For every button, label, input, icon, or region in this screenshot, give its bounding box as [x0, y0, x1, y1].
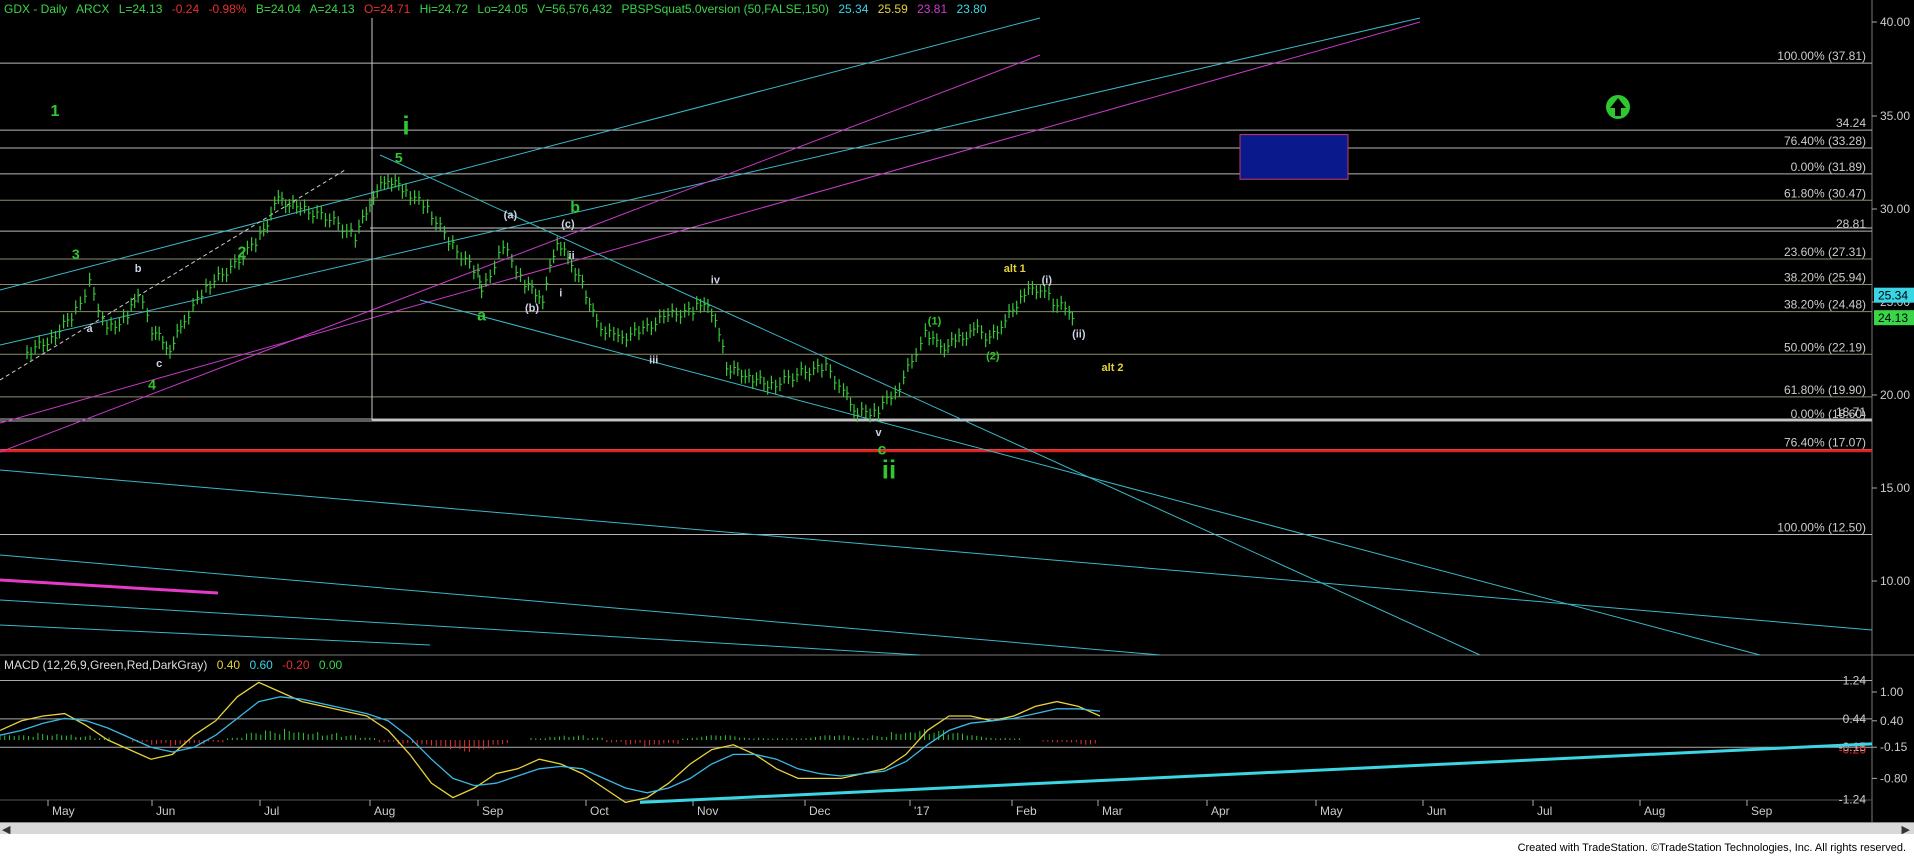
- macd-label: MACD (12,26,9,Green,Red,DarkGray): [4, 658, 208, 672]
- high-value: Hi=24.72: [419, 2, 469, 16]
- ask-value: A=24.13: [309, 2, 355, 16]
- y-tick-label: 40.00: [1880, 15, 1910, 29]
- wave-label: alt 2: [1102, 362, 1124, 374]
- last-price: L=24.13: [118, 2, 163, 16]
- x-tick-label: May: [1320, 804, 1343, 818]
- wave-label: (a): [504, 209, 518, 221]
- x-tick-label: Aug: [1644, 804, 1665, 818]
- wave-label: alt 1: [1004, 263, 1026, 275]
- macd-value-tag: 1.24: [1843, 673, 1867, 687]
- wave-label: ii: [882, 455, 896, 485]
- indicator-value-1: 25.34: [838, 2, 869, 16]
- x-tick-label: '17: [914, 804, 930, 818]
- x-tick-label: Sep: [1751, 804, 1773, 818]
- wave-label: v: [875, 427, 882, 439]
- fib-level-label: 0.00% (18.60): [1791, 407, 1866, 421]
- macd-value-4: 0.00: [318, 658, 343, 672]
- low-value: Lo=24.05: [477, 2, 528, 16]
- fib-level-label: 100.00% (12.50): [1777, 521, 1866, 535]
- wave-label: 4: [148, 376, 156, 392]
- x-tick-label: Sep: [482, 804, 504, 818]
- wave-label: iv: [711, 274, 721, 286]
- wave-label: (2): [986, 351, 1000, 363]
- wave-label: iii: [649, 354, 658, 366]
- macd-y-tick-label: -0.80: [1880, 771, 1908, 785]
- y-tick-label: 30.00: [1880, 202, 1910, 216]
- copyright-footer: Created with TradeStation. ©TradeStation…: [1517, 842, 1906, 854]
- macd-y-tick-label: 1.00: [1880, 685, 1904, 699]
- y-tick-label: 15.00: [1880, 481, 1910, 495]
- y-tick-label: 20.00: [1880, 388, 1910, 402]
- indicator-value-3: 23.81: [917, 2, 948, 16]
- macd-value-3: -0.20: [282, 658, 310, 672]
- x-tick-label: Jul: [264, 804, 279, 818]
- x-tick-label: Feb: [1016, 804, 1037, 818]
- x-tick-label: Aug: [374, 804, 395, 818]
- x-tick-label: Mar: [1102, 804, 1123, 818]
- wave-label: ii: [569, 250, 575, 262]
- chart-header: GDX - Daily ARCX L=24.13 -0.24 -0.98% B=…: [4, 2, 993, 16]
- change-percent: -0.98%: [208, 2, 247, 16]
- macd-header: MACD (12,26,9,Green,Red,DarkGray) 0.40 0…: [4, 658, 348, 672]
- fib-level-label: 76.40% (17.07): [1784, 435, 1866, 449]
- wave-label: (c): [561, 219, 575, 231]
- price-chart[interactable]: 10.0015.0020.0025.0030.0035.0040.00MayJu…: [0, 0, 1914, 856]
- fib-level-label: 38.20% (25.94): [1784, 271, 1866, 285]
- y-tick-label: 10.00: [1880, 574, 1910, 588]
- x-tick-label: Jun: [156, 804, 175, 818]
- y-tick-label: 35.00: [1880, 109, 1910, 123]
- indicator-value-2: 25.59: [877, 2, 908, 16]
- x-tick-label: Jul: [1537, 804, 1552, 818]
- x-tick-label: Apr: [1211, 804, 1230, 818]
- symbol-label: GDX - Daily: [4, 2, 68, 16]
- macd-y-tick-label: 0.40: [1880, 714, 1904, 728]
- fib-level-label: 100.00% (37.81): [1777, 49, 1866, 63]
- up-arrow-icon: [1606, 95, 1630, 119]
- wave-label: b: [135, 263, 142, 275]
- fib-level-label: 61.80% (30.47): [1784, 186, 1866, 200]
- exchange-label: ARCX: [76, 2, 110, 16]
- x-tick-label: Dec: [809, 804, 830, 818]
- macd-value-2: 0.60: [249, 658, 273, 672]
- wave-label: a: [477, 308, 486, 325]
- target-box: [1239, 134, 1349, 180]
- macd-value-tag: -1.24: [1839, 793, 1867, 807]
- fib-level-label: 23.60% (27.31): [1784, 245, 1866, 259]
- wave-label: (1): [928, 315, 942, 327]
- macd-value-1: 0.40: [216, 658, 241, 672]
- wave-label: i: [402, 111, 409, 141]
- wave-label: 1: [50, 103, 59, 120]
- fib-level-label: 28.81: [1836, 217, 1866, 231]
- x-tick-label: May: [52, 804, 75, 818]
- fib-level-label: 61.80% (19.90): [1784, 383, 1866, 397]
- macd-value-tag: 0.44: [1843, 712, 1867, 726]
- wave-label: 2: [238, 244, 247, 261]
- wave-label: b: [570, 200, 580, 217]
- x-tick-label: Jun: [1427, 804, 1446, 818]
- change-value: -0.24: [171, 2, 200, 16]
- wave-label: a: [87, 323, 94, 335]
- volume-value: V=56,576,432: [537, 2, 613, 16]
- price-tag-label: 24.13: [1878, 311, 1908, 325]
- wave-label: 5: [395, 150, 403, 166]
- fib-level-label: 76.40% (33.28): [1784, 134, 1866, 148]
- indicator-label: PBSPSquat5.0version (50,FALSE,150): [621, 2, 830, 16]
- fib-level-label: 34.24: [1836, 116, 1866, 130]
- fib-level-label: 0.00% (31.89): [1791, 160, 1866, 174]
- price-tag-label: 25.34: [1878, 289, 1908, 303]
- wave-label: c: [156, 358, 162, 370]
- fib-level-label: 50.00% (22.19): [1784, 340, 1866, 354]
- wave-label: 3: [72, 246, 80, 262]
- x-tick-label: Oct: [590, 804, 609, 818]
- open-value: O=24.71: [363, 2, 411, 16]
- bid-value: B=24.04: [255, 2, 301, 16]
- wave-label: i: [559, 287, 562, 299]
- fib-level-label: 38.20% (24.48): [1784, 298, 1866, 312]
- macd-y-tick-label: -0.15: [1880, 740, 1908, 754]
- wave-label: (ii): [1072, 328, 1086, 340]
- indicator-value-4: 23.80: [956, 2, 987, 16]
- wave-label: (i): [1042, 274, 1053, 286]
- wave-label: (b): [525, 302, 539, 314]
- x-tick-label: Nov: [697, 804, 718, 818]
